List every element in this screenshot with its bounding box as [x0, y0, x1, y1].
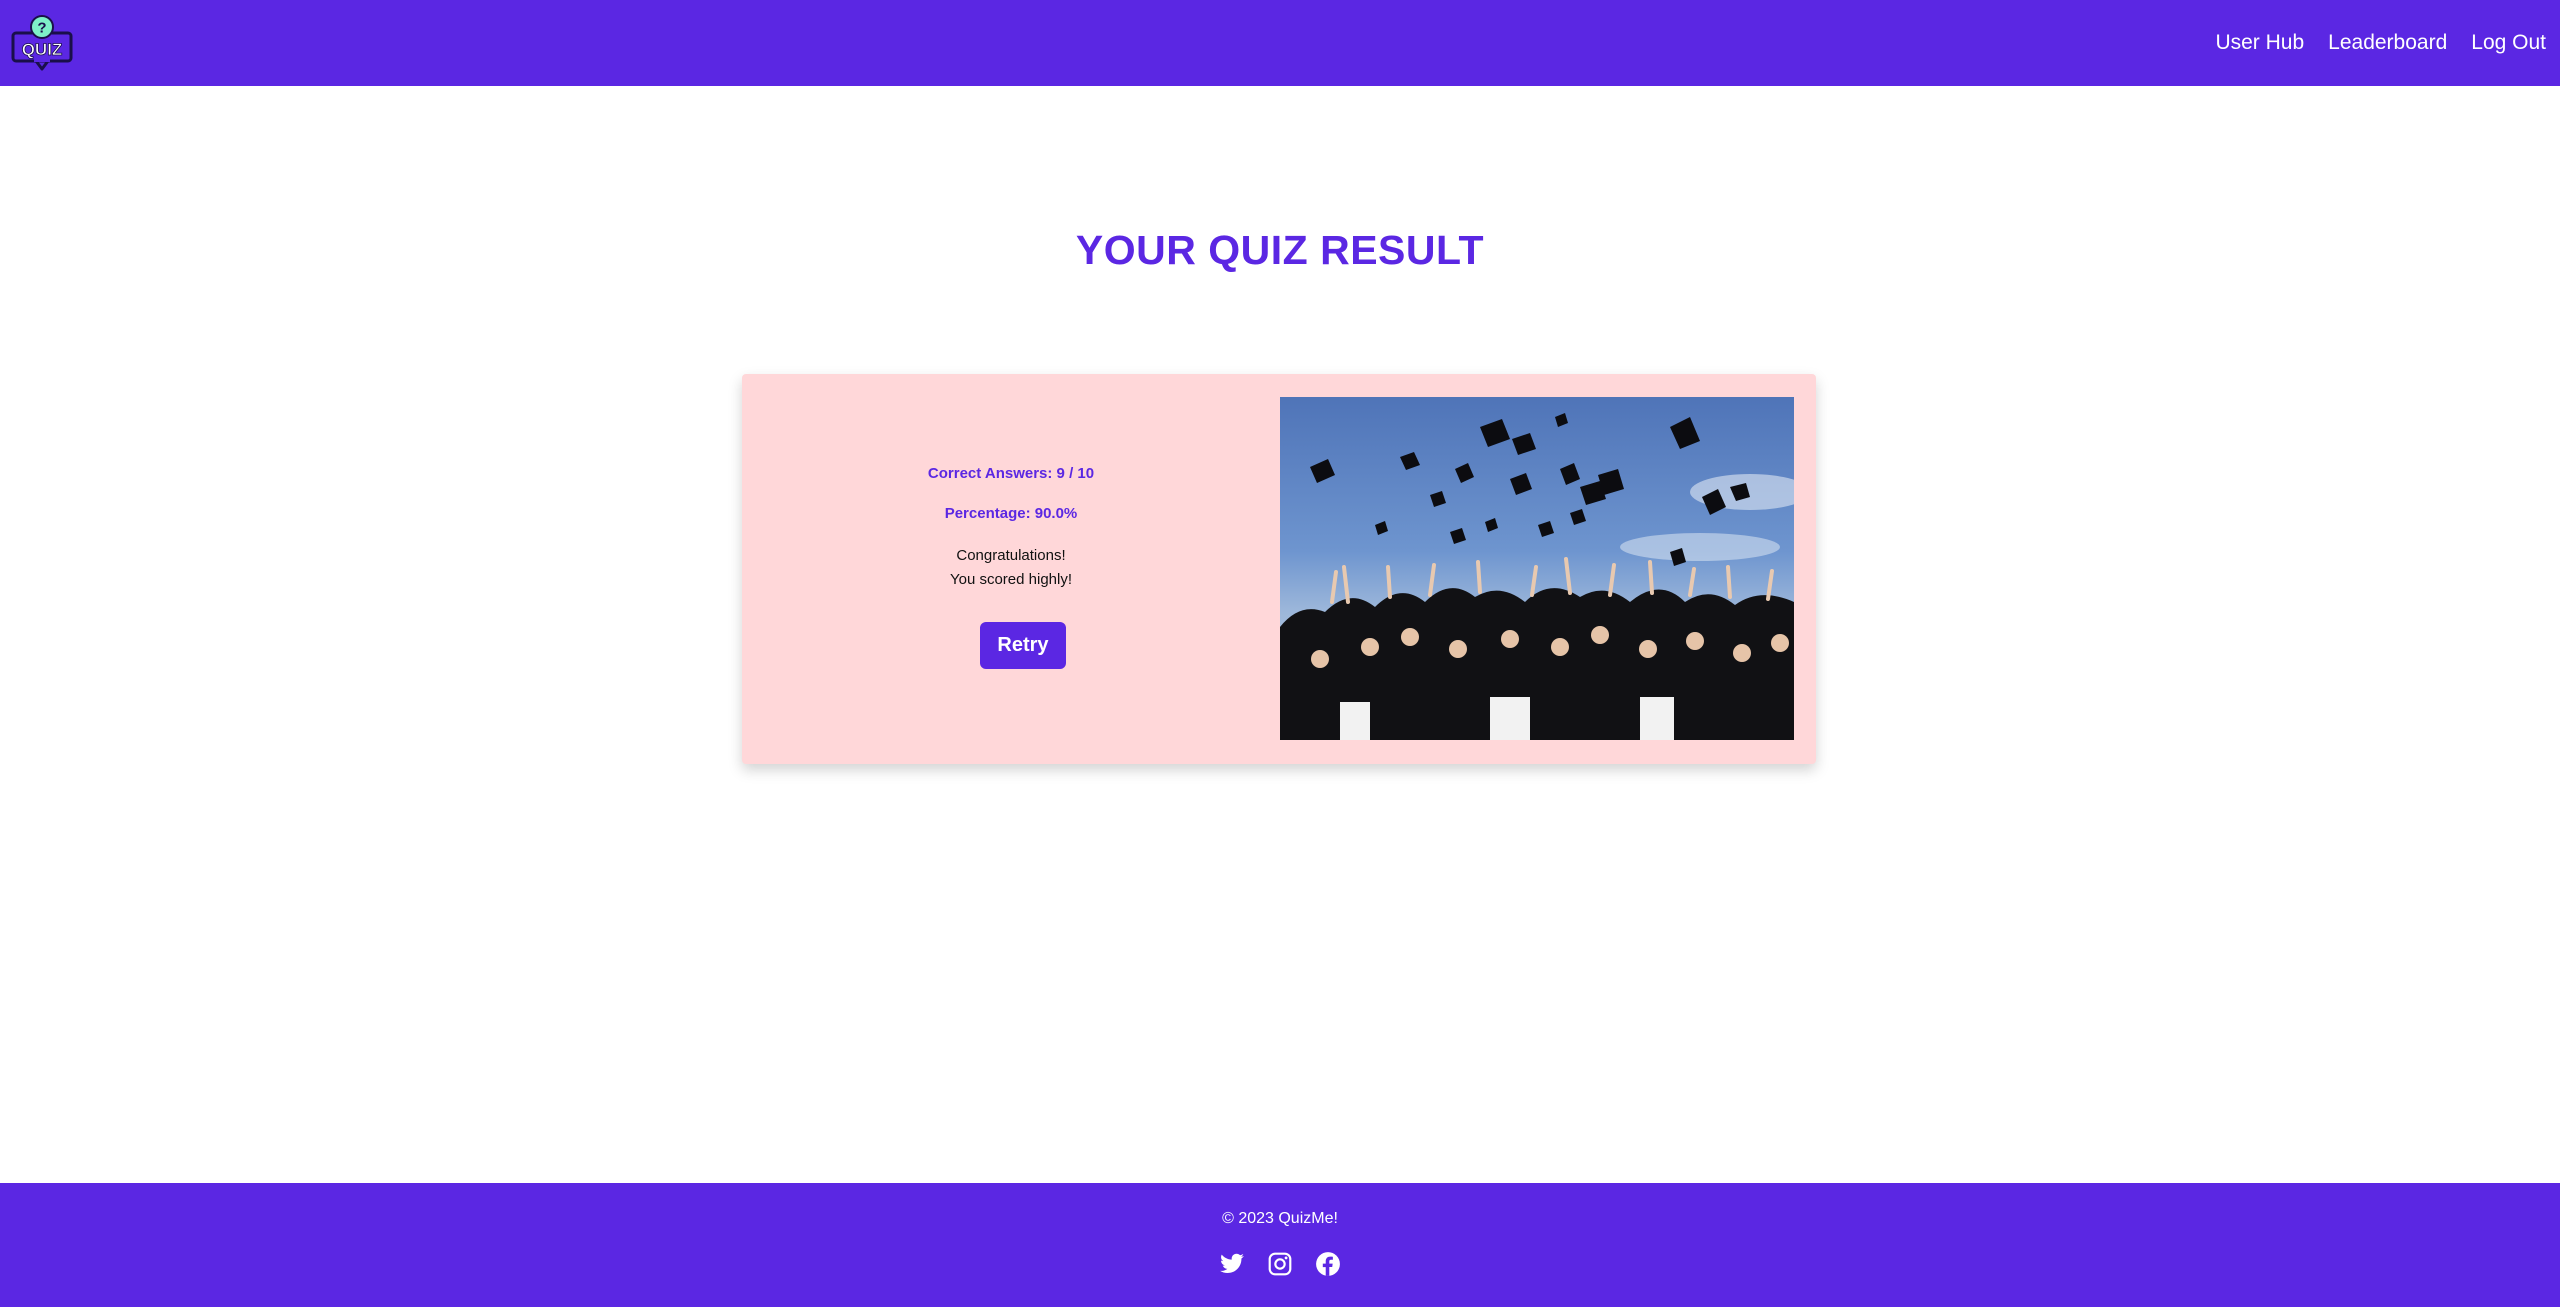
score-message: You scored highly! [949, 571, 1073, 588]
result-card: Correct Answers: 9 / 10 Percentage: 90.0… [742, 374, 1816, 764]
retry-button[interactable]: Retry [980, 622, 1066, 669]
instagram-icon[interactable] [1267, 1251, 1293, 1277]
quiz-logo-icon: ? QUIZ [11, 15, 73, 71]
congrats-message: Congratulations! [956, 547, 1066, 564]
social-links [0, 1251, 2560, 1277]
percentage-text: Percentage: 90.0% [944, 505, 1078, 522]
top-navbar: ? QUIZ User Hub Leaderboard Log Out [0, 0, 2560, 86]
logo-text: QUIZ [22, 40, 63, 59]
main-nav: User Hub Leaderboard Log Out [2215, 31, 2546, 55]
site-footer: © 2023 QuizMe! [0, 1183, 2560, 1307]
nav-log-out[interactable]: Log Out [2471, 31, 2546, 55]
page-title: YOUR QUIZ RESULT [1075, 227, 1485, 273]
quiz-logo[interactable]: ? QUIZ [10, 11, 74, 75]
correct-answers-text: Correct Answers: 9 / 10 [927, 465, 1095, 482]
svg-text:?: ? [37, 20, 46, 37]
twitter-icon[interactable] [1219, 1251, 1245, 1277]
nav-user-hub[interactable]: User Hub [2215, 31, 2304, 55]
copyright-text: © 2023 QuizMe! [1222, 1210, 1338, 1227]
graduation-photo [1280, 397, 1794, 740]
nav-leaderboard[interactable]: Leaderboard [2328, 31, 2447, 55]
result-info: Correct Answers: 9 / 10 Percentage: 90.0… [742, 374, 1280, 764]
facebook-icon[interactable] [1315, 1251, 1341, 1277]
